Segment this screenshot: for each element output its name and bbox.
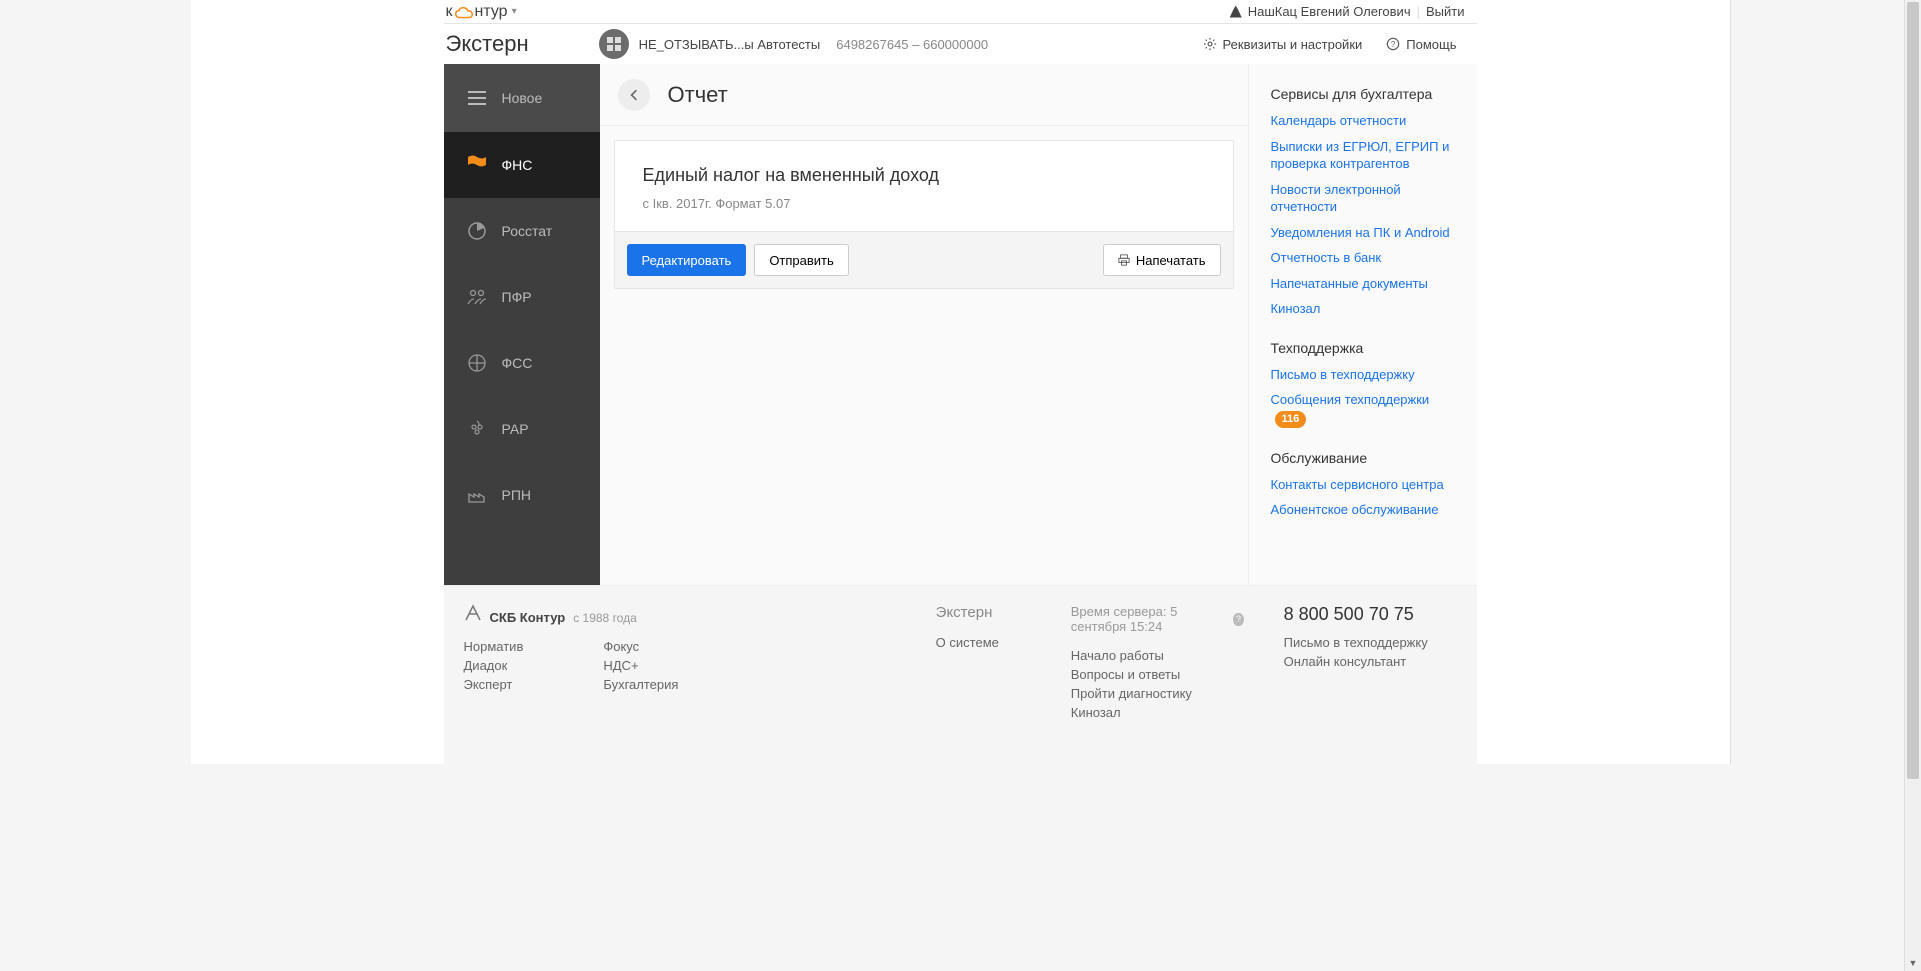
sidebar-item-rosstat[interactable]: Росстат — [444, 198, 600, 264]
help-icon: ? — [1386, 37, 1400, 51]
shield-icon — [466, 352, 488, 374]
footer-link[interactable]: Эксперт — [464, 677, 524, 692]
skb-logo-icon — [464, 604, 482, 622]
factory-icon — [466, 484, 488, 506]
edit-button[interactable]: Редактировать — [627, 244, 747, 276]
org-codes: 6498267645 – 660000000 — [836, 37, 988, 52]
sidebar-item-label: Росстат — [502, 223, 553, 239]
user-name-link[interactable]: НашКац Евгений Олегович — [1248, 4, 1411, 19]
chevron-down-icon[interactable]: ▾ — [512, 6, 517, 17]
footer: СКБ Контур с 1988 года Норматив Диадок Э… — [444, 585, 1477, 764]
rp-link-label: Сообщения техподдержки — [1271, 392, 1430, 407]
help-label: Помощь — [1406, 37, 1456, 52]
footer-link[interactable]: НДС+ — [603, 658, 678, 673]
rp-heading-service: Обслуживание — [1271, 450, 1467, 466]
rp-link[interactable]: Кинозал — [1271, 300, 1467, 318]
rp-link[interactable]: Календарь отчетности — [1271, 112, 1467, 130]
sidebar-item-label: ПФР — [502, 289, 532, 305]
topbar: к нтур ▾ НашКац Евгений Олегович | Выйти — [444, 0, 1477, 24]
settings-label: Реквизиты и настройки — [1223, 37, 1363, 52]
messages-badge: 116 — [1275, 411, 1307, 428]
rp-link[interactable]: Контакты сервисного центра — [1271, 476, 1467, 494]
sidebar-item-pfr[interactable]: ПФР — [444, 264, 600, 330]
help-icon[interactable]: ? — [1233, 613, 1243, 626]
send-button[interactable]: Отправить — [754, 244, 848, 276]
report-card: Единый налог на вмененный доход с Iкв. 2… — [614, 140, 1234, 289]
sidebar-item-new[interactable]: Новое — [444, 64, 600, 132]
rp-link[interactable]: Абонентское обслуживание — [1271, 501, 1467, 519]
footer-link[interactable]: Пройти диагностику — [1071, 686, 1244, 701]
rp-link[interactable]: Письмо в техподдержку — [1271, 366, 1467, 384]
company-name: СКБ Контур — [490, 610, 566, 625]
settings-link[interactable]: Реквизиты и настройки — [1203, 37, 1363, 52]
sidebar-item-label: Новое — [502, 90, 543, 106]
sidebar-item-label: РАР — [502, 421, 529, 437]
rp-link[interactable]: Отчетность в банк — [1271, 249, 1467, 267]
sidebar-item-rpn[interactable]: РПН — [444, 462, 600, 528]
svg-text:?: ? — [1391, 40, 1396, 49]
footer-heading: Экстерн — [936, 604, 1031, 621]
sidebar: Новое ФНС Росстат — [444, 64, 600, 585]
footer-link[interactable]: Норматив — [464, 639, 524, 654]
piechart-icon — [466, 220, 488, 242]
logo-text-right: нтур — [475, 3, 508, 21]
print-icon — [1118, 254, 1130, 266]
scrollbar[interactable]: ▲ ▼ — [1904, 0, 1921, 971]
sidebar-item-label: ФСС — [502, 355, 533, 371]
rp-link[interactable]: Уведомления на ПК и Android — [1271, 224, 1467, 242]
org-name[interactable]: НЕ_ОТЗЫВАТЬ...ы Автотесты — [639, 37, 821, 52]
sidebar-item-label: РПН — [502, 487, 532, 503]
org-switcher-icon[interactable] — [599, 29, 629, 59]
list-icon — [466, 87, 488, 109]
footer-link[interactable]: Онлайн консультант — [1284, 654, 1457, 669]
print-button[interactable]: Напечатать — [1103, 244, 1221, 276]
footer-link[interactable]: Кинозал — [1071, 705, 1244, 720]
cloud-icon — [455, 6, 473, 18]
scrollbar-thumb[interactable] — [1907, 2, 1919, 779]
rp-link[interactable]: Выписки из ЕГРЮЛ, ЕГРИП и проверка контр… — [1271, 138, 1467, 173]
brand-title: Экстерн — [446, 31, 529, 57]
rp-link-messages[interactable]: Сообщения техподдержки 116 — [1271, 391, 1467, 427]
report-title: Единый налог на вмененный доход — [643, 165, 1205, 186]
server-time: Время сервера: 5 сентября 15:24 ? — [1071, 604, 1244, 634]
footer-link[interactable]: О системе — [936, 635, 1031, 650]
page-title: Отчет — [668, 82, 728, 108]
grapes-icon — [466, 418, 488, 440]
separator: | — [1417, 4, 1420, 19]
scroll-down-icon[interactable]: ▼ — [1905, 954, 1921, 971]
support-phone: 8 800 500 70 75 — [1284, 604, 1457, 625]
flag-icon — [466, 154, 488, 176]
sidebar-item-label: ФНС — [502, 157, 533, 173]
footer-link[interactable]: Диадок — [464, 658, 524, 673]
footer-link[interactable]: Бухгалтерия — [603, 677, 678, 692]
rp-link[interactable]: Напечатанные документы — [1271, 275, 1467, 293]
header: Экстерн НЕ_ОТЗЫВАТЬ...ы Автотесты 649826… — [444, 24, 1477, 64]
report-subtitle: с Iкв. 2017г. Формат 5.07 — [643, 196, 1205, 211]
footer-link[interactable]: Фокус — [603, 639, 678, 654]
content-header: Отчет — [600, 64, 1248, 126]
footer-link[interactable]: Вопросы и ответы — [1071, 667, 1244, 682]
footer-link[interactable]: Начало работы — [1071, 648, 1244, 663]
footer-link[interactable]: Письмо в техподдержку — [1284, 635, 1457, 650]
sidebar-item-rar[interactable]: РАР — [444, 396, 600, 462]
sidebar-item-fns[interactable]: ФНС — [444, 132, 600, 198]
rp-heading-support: Техподдержка — [1271, 340, 1467, 356]
company-since: с 1988 года — [573, 611, 637, 625]
rp-link[interactable]: Новости электронной отчетности — [1271, 181, 1467, 216]
user-icon — [1230, 6, 1242, 18]
gear-icon — [1203, 37, 1217, 51]
people-icon — [466, 286, 488, 308]
logo-text-left: к — [446, 3, 453, 21]
print-label: Напечатать — [1136, 253, 1206, 268]
sidebar-item-fss[interactable]: ФСС — [444, 330, 600, 396]
help-link[interactable]: ? Помощь — [1386, 37, 1456, 52]
back-button[interactable] — [618, 79, 650, 111]
rp-heading-services: Сервисы для бухгалтера — [1271, 86, 1467, 102]
right-panel: Сервисы для бухгалтера Календарь отчетно… — [1249, 64, 1477, 585]
logout-link[interactable]: Выйти — [1426, 4, 1465, 19]
logo[interactable]: к нтур ▾ — [444, 3, 517, 21]
